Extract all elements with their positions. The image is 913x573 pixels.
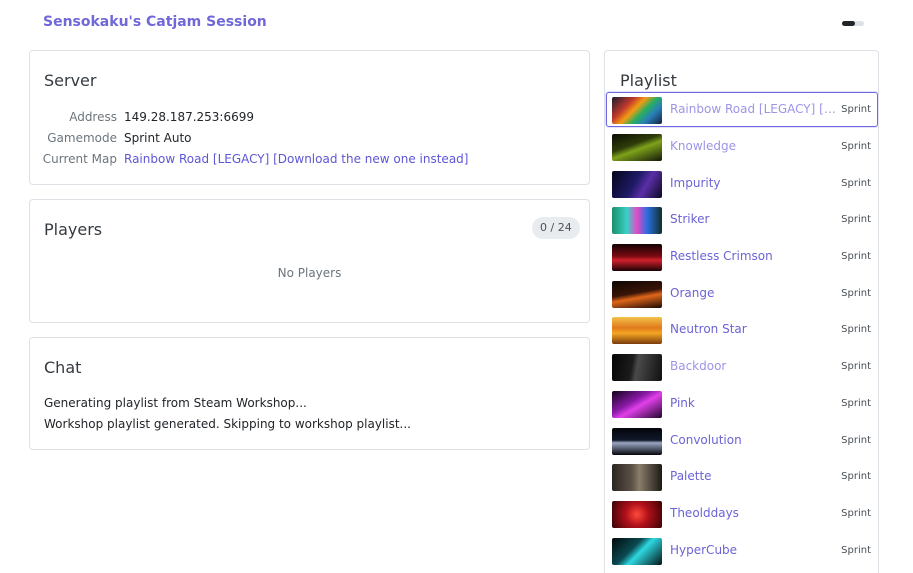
map-thumbnail <box>612 207 662 234</box>
playlist-item-name: Striker <box>670 212 710 226</box>
playlist-item-orange[interactable]: Orange Sprint <box>606 276 878 311</box>
playlist-item-name: Knowledge <box>670 139 736 153</box>
map-thumbnail <box>612 391 662 418</box>
playlist-item-hypercube[interactable]: HyperCube Sprint <box>606 533 878 568</box>
server-card: Server Address 149.28.187.253:6699 Gamem… <box>29 50 590 185</box>
chat-title: Chat <box>44 358 82 377</box>
playlist-item-mode: Sprint <box>841 214 871 225</box>
playlist-item-mode: Sprint <box>841 361 871 372</box>
playlist-item-mode: Sprint <box>841 288 871 299</box>
playlist-item-name: Backdoor <box>670 359 727 373</box>
playlist-item-neutron-star[interactable]: Neutron Star Sprint <box>606 312 878 347</box>
playlist-item-mode: Sprint <box>841 141 871 152</box>
session-title[interactable]: Sensokaku's Catjam Session <box>43 14 267 30</box>
players-title: Players <box>44 220 103 239</box>
chat-message: Workshop playlist generated. Skipping to… <box>44 417 411 431</box>
playlist-item-pink[interactable]: Pink Sprint <box>606 386 878 421</box>
chat-card: Chat Generating playlist from Steam Work… <box>29 337 590 450</box>
playlist-item-name: Impurity <box>670 176 721 190</box>
playlist-item-name: Palette <box>670 469 712 483</box>
map-thumbnail <box>612 134 662 161</box>
current-map-link[interactable]: Rainbow Road [LEGACY] [Download the new … <box>124 152 468 166</box>
map-thumbnail <box>612 501 662 528</box>
map-thumbnail <box>612 244 662 271</box>
playlist-item-backdoor[interactable]: Backdoor Sprint <box>606 349 878 384</box>
map-thumbnail <box>612 171 662 198</box>
map-thumbnail <box>612 317 662 344</box>
playlist-item-mode: Sprint <box>841 178 871 189</box>
gamemode-value: Sprint Auto <box>124 131 192 145</box>
playlist-item-theolddays[interactable]: Theolddays Sprint <box>606 496 878 531</box>
theme-toggle-knob <box>842 21 855 26</box>
gamemode-row: Gamemode Sprint Auto <box>30 131 590 149</box>
playlist-item-name: Pink <box>670 396 695 410</box>
playlist-item-rainbow-road[interactable]: Rainbow Road [LEGACY] [Download the new … <box>606 92 878 127</box>
playlist-item-mode: Sprint <box>841 104 871 115</box>
map-thumbnail <box>612 428 662 455</box>
playlist-item-mode: Sprint <box>841 435 871 446</box>
playlist-item-impurity[interactable]: Impurity Sprint <box>606 166 878 201</box>
playlist-item-mode: Sprint <box>841 324 871 335</box>
playlist-item-mode: Sprint <box>841 471 871 482</box>
playlist-item-convolution[interactable]: Convolution Sprint <box>606 423 878 458</box>
playlist-item-restless-crimson[interactable]: Restless Crimson Sprint <box>606 239 878 274</box>
player-count-badge: 0 / 24 <box>532 217 580 239</box>
players-card: Players 0 / 24 No Players <box>29 199 590 323</box>
gamemode-label: Gamemode <box>47 131 117 145</box>
playlist-item-name: Restless Crimson <box>670 249 773 263</box>
current-map-row: Current Map Rainbow Road [LEGACY] [Downl… <box>30 152 590 170</box>
playlist-item-name: Orange <box>670 286 715 300</box>
playlist-item-name: Rainbow Road [LEGACY] [Download the new … <box>670 102 840 116</box>
playlist-item-mode: Sprint <box>841 398 871 409</box>
map-thumbnail <box>612 281 662 308</box>
playlist-card: Playlist Rainbow Road [LEGACY] [Download… <box>604 50 879 573</box>
playlist-item-mode: Sprint <box>841 508 871 519</box>
theme-toggle[interactable] <box>842 21 864 26</box>
playlist-item-name: Neutron Star <box>670 322 747 336</box>
playlist-item-mode: Sprint <box>841 251 871 262</box>
map-thumbnail <box>612 354 662 381</box>
address-label: Address <box>69 110 117 124</box>
chat-message: Generating playlist from Steam Workshop.… <box>44 396 307 410</box>
server-title: Server <box>44 71 97 90</box>
address-value: 149.28.187.253:6699 <box>124 110 255 124</box>
playlist-item-striker[interactable]: Striker Sprint <box>606 202 878 237</box>
address-row: Address 149.28.187.253:6699 <box>30 110 590 128</box>
map-thumbnail <box>612 97 662 124</box>
current-map-label: Current Map <box>42 152 117 166</box>
playlist-item-name: HyperCube <box>670 543 738 557</box>
top-bar: Sensokaku's Catjam Session <box>0 0 913 48</box>
no-players-text: No Players <box>277 266 342 280</box>
playlist-item-name: Theolddays <box>670 506 739 520</box>
map-thumbnail <box>612 464 662 491</box>
playlist-item-knowledge[interactable]: Knowledge Sprint <box>606 129 878 164</box>
map-thumbnail <box>612 538 662 565</box>
playlist-item-palette[interactable]: Palette Sprint <box>606 459 878 494</box>
playlist-item-mode: Sprint <box>841 545 871 556</box>
playlist-item-name: Convolution <box>670 433 742 447</box>
playlist-title: Playlist <box>620 71 677 90</box>
